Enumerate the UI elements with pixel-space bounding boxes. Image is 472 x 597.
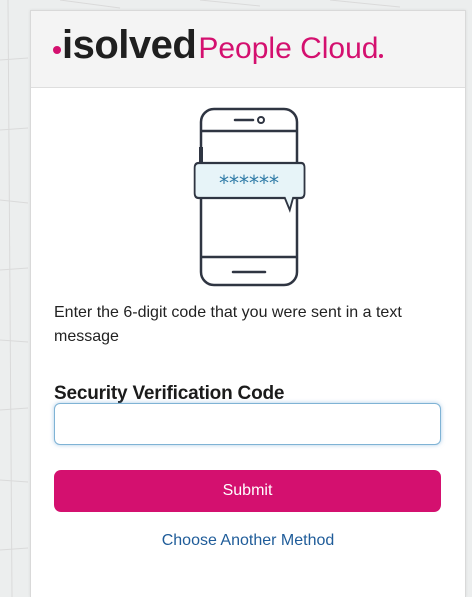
logo-dot-icon — [53, 45, 61, 54]
phone-sms-code-icon: ****** — [189, 107, 309, 292]
sms-code-mask: ****** — [219, 171, 279, 195]
logo-wordmark: isolved — [62, 23, 197, 67]
submit-button[interactable]: Submit — [54, 470, 441, 512]
security-code-input[interactable] — [54, 403, 441, 445]
isolved-logo: isolvedPeople Cloud — [53, 23, 384, 67]
logo-tagline: People Cloud — [198, 32, 379, 65]
choose-another-method-link[interactable]: Choose Another Method — [31, 532, 465, 550]
verification-card: isolvedPeople Cloud ****** Enter the 6-d… — [30, 10, 466, 597]
logo-mark-icon — [379, 54, 384, 58]
instruction-text: Enter the 6-digit code that you were sen… — [54, 304, 402, 345]
security-code-label: Security Verification Code — [54, 383, 285, 404]
brand-header: isolvedPeople Cloud — [31, 11, 465, 88]
